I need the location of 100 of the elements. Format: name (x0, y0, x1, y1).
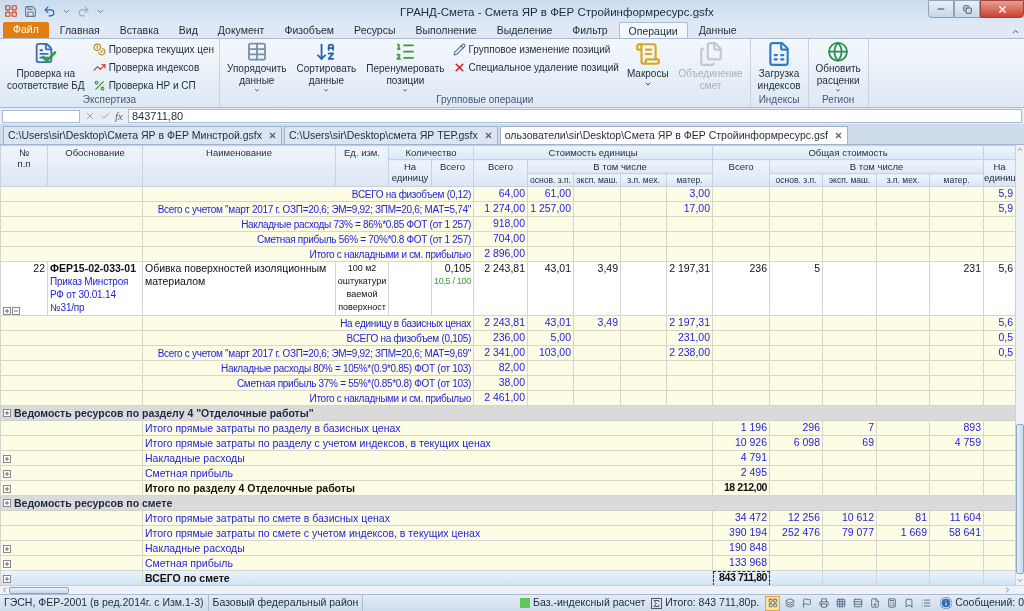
info-icon (940, 597, 953, 609)
close-button[interactable] (980, 0, 1024, 18)
formula-field[interactable]: 843711,80 (127, 109, 1022, 123)
ribbon-button[interactable]: Загрузка индексов (753, 41, 805, 94)
ribbon-button[interactable]: Проверка НР и СП (90, 77, 217, 94)
ribbon-tab[interactable]: Вид (169, 22, 207, 38)
item-name: Обивка поверхностей изоляционным материалом (142, 261, 336, 316)
view-button[interactable] (782, 595, 798, 611)
total-status: Итого: 843 711,80р. (665, 595, 760, 611)
redo-icon[interactable] (77, 4, 90, 18)
expand-icon[interactable] (3, 307, 11, 315)
table-cell: 2 243,81 (473, 315, 528, 331)
order-link[interactable]: Приказ Минстроя РФ от 30.01.14 №31/пр (50, 275, 140, 314)
expand-icon[interactable] (3, 544, 11, 553)
minimize-button[interactable] (928, 0, 954, 18)
mode-status: Баз.-индексный расчет (533, 595, 646, 611)
row-label: Накладные расходы 80% = 105%*(0.9*0.85) ФОТ (от 103) (142, 360, 474, 376)
close-icon[interactable] (483, 131, 493, 140)
column-header[interactable]: Количество (388, 145, 474, 160)
ribbon-tab[interactable]: Физобъем (275, 22, 344, 38)
close-icon[interactable] (268, 131, 278, 140)
ribbon-button[interactable]: Упорядочить данные (223, 41, 291, 94)
table-cell: 190 848 (712, 540, 770, 556)
expand-icon[interactable] (3, 409, 11, 417)
ribbon-tab[interactable]: Выделение (487, 22, 562, 38)
row-number: 22 (33, 262, 45, 275)
ribbon-button[interactable]: Обновить расценки (811, 41, 865, 94)
ribbon-button[interactable]: Проверка текущих цен (90, 41, 217, 58)
restore-button[interactable] (954, 0, 980, 18)
ribbon-tab[interactable]: Вставка (110, 22, 168, 38)
close-icon[interactable] (833, 131, 843, 140)
norms-status: ГЭСН, ФЕР-2001 (в ред.2014г. с Изм.1-3) (0, 595, 209, 611)
table-cell: 231 (929, 261, 984, 316)
ribbon-button[interactable]: Групповое изменение позиций (450, 41, 621, 58)
ribbon-button[interactable]: Специальное удаление позиций (450, 59, 621, 76)
view-button[interactable] (765, 595, 781, 611)
ribbon-tab[interactable]: Операции (618, 22, 688, 38)
row-label: Итого прямые затраты по разделу в базисных ценах (142, 420, 713, 436)
expand-icon[interactable] (3, 454, 11, 463)
row-label: Итого с накладными и см. прибылью (142, 246, 474, 262)
function-label[interactable]: fx (115, 107, 123, 125)
ribbon-button[interactable]: Перенумеровать позиции (362, 41, 449, 94)
ribbon-tab[interactable]: Документ (208, 22, 274, 38)
cancel-icon[interactable] (85, 111, 95, 121)
unit-cell: 100 м2 оштукатури ваемой поверхност (335, 261, 389, 316)
column-header[interactable]: № п.п (0, 145, 48, 187)
printer-icon (818, 598, 829, 608)
ribbon-button[interactable]: Сортировать данные (292, 41, 361, 94)
table-cell: 17,00 (666, 201, 713, 217)
table-cell: 43,01 (527, 315, 574, 331)
column-header[interactable]: Наименование (142, 145, 336, 187)
app-logo-icon (4, 4, 18, 18)
ribbon-tab[interactable]: Фильтр (563, 22, 617, 38)
download-icon (869, 598, 880, 608)
column-header[interactable]: Ед. изм. (335, 145, 389, 187)
restore-icon (962, 4, 972, 14)
table-cell: 6 098 (769, 435, 823, 451)
column-header[interactable]: Обоснование (47, 145, 143, 187)
expand-icon[interactable] (3, 574, 11, 583)
document-tab[interactable]: C:\Users\sir\Desktop\Смета ЯР в ФЕР Минстрой.gsfx (3, 126, 283, 144)
table-cell: 58 641 (929, 525, 984, 541)
collapse-ribbon-icon[interactable] (1011, 27, 1020, 36)
table-cell: 5 (769, 261, 823, 316)
ribbon-tab[interactable]: Ресурсы (345, 22, 405, 38)
document-tab[interactable]: ользователи\sir\Desktop\Смета ЯР в ФЕР Стройинформресурс.gsf (499, 126, 848, 144)
column-header[interactable]: Общая стоимость (712, 145, 984, 160)
table-cell: 4 791 (712, 450, 770, 466)
column-header[interactable]: Стоимость единицы (473, 145, 713, 160)
expand-icon[interactable] (3, 469, 11, 478)
expand-icon[interactable] (3, 559, 11, 568)
ribbon-button[interactable]: Макросы (622, 41, 673, 94)
table-cell: 64,00 (473, 186, 528, 202)
table-cell: 704,00 (473, 231, 528, 247)
save-icon[interactable] (24, 4, 37, 18)
table-cell: 38,00 (473, 375, 528, 391)
document-tab[interactable]: C:\Users\sir\Desktop\смета ЯР ТЕР.gsfx (284, 126, 498, 144)
name-box[interactable] (2, 109, 80, 123)
table-cell: 79 077 (822, 525, 877, 541)
expand-icon[interactable] (3, 484, 11, 493)
collapse-icon[interactable] (12, 307, 20, 315)
confirm-icon[interactable] (100, 111, 110, 121)
caret-icon (401, 87, 410, 94)
group-label: Регион (821, 94, 856, 107)
table-cell: 11 604 (929, 510, 984, 526)
row-label: Сметная прибыль (142, 465, 713, 481)
column-header[interactable]: Всего (712, 159, 770, 187)
expand-icon[interactable] (3, 499, 11, 507)
ribbon-button[interactable]: Проверка на соответствие БД (3, 41, 89, 94)
row-label: На единицу в базисных ценах (142, 315, 474, 331)
ribbon-tab[interactable]: Выполнение (406, 22, 486, 38)
row-label: Накладные расходы 73% = 86%*0.85 ФОТ (от 1 257) (142, 216, 474, 232)
table-cell: 2 461,00 (473, 390, 528, 406)
ribbon-tab[interactable]: Данные (689, 22, 746, 38)
ribbon-tab[interactable]: Главная (50, 22, 109, 38)
table-cell: 2 341,00 (473, 345, 528, 361)
table-cell: 296 (769, 420, 823, 436)
ribbon-button[interactable]: Проверка индексов (90, 59, 217, 76)
view-button[interactable] (816, 595, 832, 611)
undo-icon[interactable] (43, 4, 56, 18)
flag-icon (801, 598, 812, 608)
